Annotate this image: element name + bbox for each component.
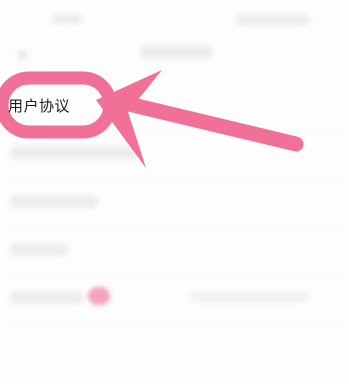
annotation-arrow	[0, 70, 304, 168]
menu-item-user-agreement[interactable]: 用户协议	[2, 88, 122, 122]
annotation-arrow-shaft	[104, 92, 304, 152]
menu-item-label: 用户协议	[8, 96, 71, 115]
